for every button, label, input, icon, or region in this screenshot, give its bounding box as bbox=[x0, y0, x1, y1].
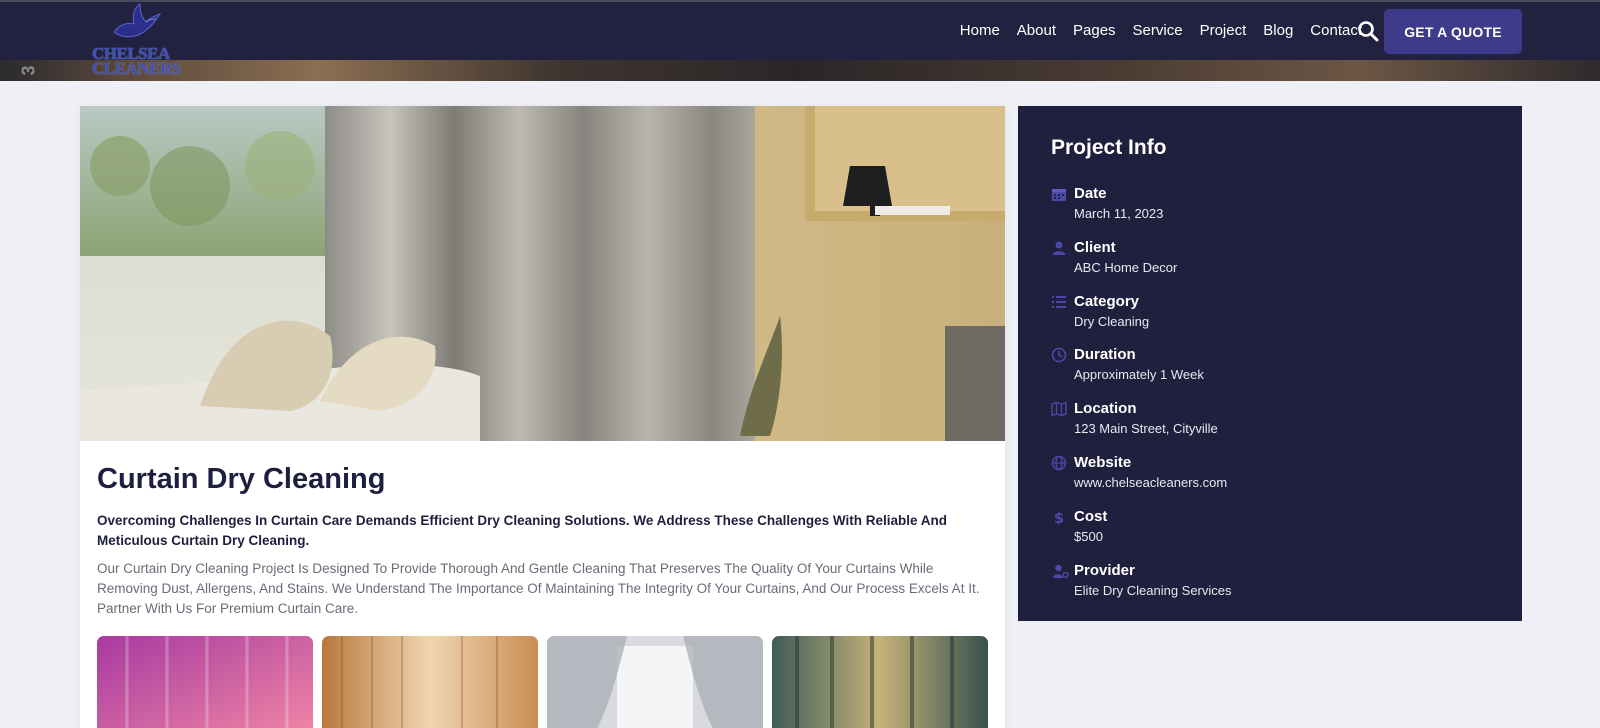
search-icon[interactable] bbox=[1357, 20, 1379, 42]
info-value: 123 Main Street, Cityville bbox=[1074, 421, 1218, 436]
logo-text: CHELSEA CLEANERS bbox=[92, 45, 181, 78]
nav-contact[interactable]: Contact bbox=[1310, 20, 1362, 42]
dollar-icon: $ bbox=[1054, 509, 1064, 525]
info-value: March 11, 2023 bbox=[1074, 206, 1164, 221]
project-title: Curtain Dry Cleaning bbox=[97, 463, 386, 495]
project-card: Curtain Dry Cleaning Overcoming Challeng… bbox=[80, 106, 1005, 728]
info-label: Cost bbox=[1074, 508, 1108, 525]
info-item-provider: Provider Elite Dry Cleaning Services bbox=[1051, 561, 1491, 605]
gallery bbox=[97, 636, 988, 728]
header-banner-strip bbox=[0, 60, 1600, 81]
info-item-location: Location 123 Main Street, Cityville bbox=[1051, 399, 1491, 443]
info-label: Location bbox=[1074, 400, 1137, 417]
info-label: Website bbox=[1074, 454, 1132, 471]
nav-project[interactable]: Project bbox=[1200, 20, 1247, 42]
map-icon bbox=[1051, 401, 1067, 417]
nav-home[interactable]: Home bbox=[960, 20, 1000, 42]
info-item-client: Client ABC Home Decor bbox=[1051, 238, 1491, 282]
get-a-quote-button[interactable]: GET A QUOTE bbox=[1384, 9, 1522, 54]
project-info-title: Project Info bbox=[1051, 136, 1167, 159]
gallery-image[interactable] bbox=[772, 636, 988, 728]
svg-text:$: $ bbox=[1054, 509, 1064, 525]
gallery-image[interactable] bbox=[547, 636, 763, 728]
info-item-category: Category Dry Cleaning bbox=[1051, 292, 1491, 336]
info-label: Provider bbox=[1074, 562, 1135, 579]
calendar-icon bbox=[1052, 189, 1066, 201]
info-value: Elite Dry Cleaning Services bbox=[1074, 583, 1232, 598]
info-item-duration: Duration Approximately 1 Week bbox=[1051, 345, 1491, 389]
side-mark: 3 bbox=[18, 65, 39, 76]
logo-line2: CLEANERS bbox=[92, 59, 181, 78]
nav-pages[interactable]: Pages bbox=[1073, 20, 1116, 42]
dove-logo-icon bbox=[113, 3, 162, 38]
nav-blog[interactable]: Blog bbox=[1263, 20, 1293, 42]
info-value: Dry Cleaning bbox=[1074, 314, 1150, 329]
site-logo[interactable]: CHELSEA CLEANERS bbox=[92, 2, 182, 78]
info-label: Client bbox=[1074, 239, 1116, 256]
info-value: ABC Home Decor bbox=[1074, 260, 1178, 275]
info-value: $500 bbox=[1074, 529, 1103, 544]
project-content: Curtain Dry Cleaning Overcoming Challeng… bbox=[97, 461, 992, 619]
nav-service[interactable]: Service bbox=[1133, 20, 1183, 42]
info-value: Approximately 1 Week bbox=[1074, 367, 1204, 382]
nav-about[interactable]: About bbox=[1017, 20, 1056, 42]
gallery-image[interactable] bbox=[322, 636, 538, 728]
info-label: Date bbox=[1074, 185, 1107, 202]
user-icon bbox=[1052, 241, 1066, 255]
info-label: Category bbox=[1074, 293, 1140, 310]
project-info-panel: Project Info Date March 11, 2023 Client … bbox=[1018, 106, 1522, 621]
info-value[interactable]: www.chelseacleaners.com bbox=[1074, 474, 1227, 492]
user-gear-icon bbox=[1053, 564, 1069, 579]
info-label: Duration bbox=[1074, 346, 1136, 363]
clock-icon bbox=[1051, 347, 1067, 363]
gallery-image[interactable] bbox=[97, 636, 313, 728]
project-lead: Overcoming Challenges In Curtain Care De… bbox=[97, 513, 948, 548]
info-item-cost: $ Cost $500 bbox=[1051, 507, 1491, 551]
hero-image bbox=[80, 106, 1005, 441]
project-body: Our Curtain Dry Cleaning Project Is Desi… bbox=[97, 561, 980, 616]
globe-icon bbox=[1051, 455, 1067, 471]
info-item-website: Website www.chelseacleaners.com bbox=[1051, 453, 1491, 497]
main-nav: Home About Pages Service Project Blog Co… bbox=[960, 20, 1362, 42]
info-item-date: Date March 11, 2023 bbox=[1051, 184, 1491, 228]
list-icon bbox=[1052, 296, 1066, 308]
